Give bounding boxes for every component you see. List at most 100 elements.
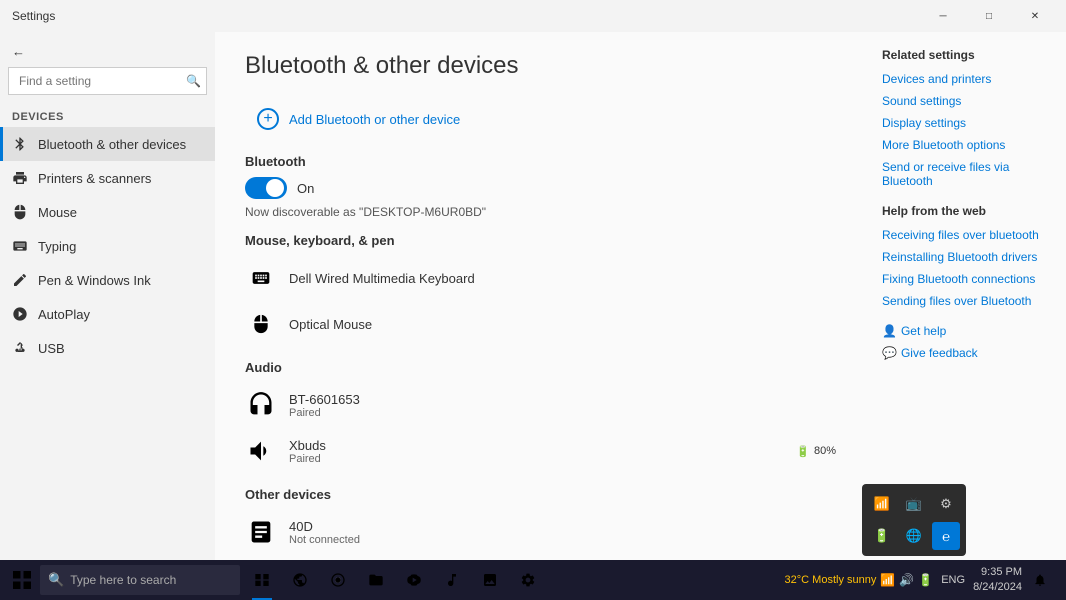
volume-icon[interactable]: 🔊	[899, 573, 914, 587]
sidebar-autoplay-label: AutoPlay	[38, 307, 90, 322]
help-link-sending[interactable]: Sending files over Bluetooth	[882, 294, 1050, 308]
sidebar-item-usb[interactable]: USB	[0, 331, 215, 365]
tray-bluetooth-icon[interactable]: ℮	[932, 522, 960, 550]
sidebar-mouse-label: Mouse	[38, 205, 77, 220]
battery-icon: 🔋	[796, 445, 810, 458]
tray-icon-2[interactable]: 📺	[900, 490, 928, 518]
xbuds-device-name: Xbuds	[289, 438, 784, 453]
taskbar-app-taskview[interactable]	[244, 560, 280, 600]
sidebar-typing-label: Typing	[38, 239, 76, 254]
search-icon[interactable]: 🔍	[186, 74, 201, 88]
search-input[interactable]	[8, 67, 207, 95]
related-link-sound[interactable]: Sound settings	[882, 94, 1050, 108]
help-link-receiving[interactable]: Receiving files over bluetooth	[882, 228, 1050, 242]
xbuds-device-status: Paired	[289, 453, 784, 465]
taskbar-app-media[interactable]	[434, 560, 470, 600]
mouse-device-info: Optical Mouse	[289, 317, 836, 332]
battery-taskbar-icon: 🔋	[918, 573, 933, 587]
title-bar-title: Settings	[12, 9, 55, 23]
headphones-device-icon	[245, 389, 277, 421]
xbuds-device-icon	[245, 435, 277, 467]
tray-icon-5[interactable]: 🌐	[900, 522, 928, 550]
taskbar-app-settings[interactable]	[510, 560, 546, 600]
sidebar-item-bluetooth[interactable]: Bluetooth & other devices	[0, 127, 215, 161]
device-item-xbuds: Xbuds Paired 🔋 80%	[245, 429, 836, 473]
sidebar-usb-label: USB	[38, 341, 65, 356]
minimize-button[interactable]: ─	[920, 0, 966, 32]
sidebar-item-printers[interactable]: Printers & scanners	[0, 161, 215, 195]
taskbar-time[interactable]: 9:35 PM 8/24/2024	[973, 565, 1022, 596]
taskbar-app-photos[interactable]	[472, 560, 508, 600]
bluetooth-toggle[interactable]	[245, 177, 287, 199]
language-indicator: ENG	[941, 574, 965, 586]
autoplay-icon	[12, 306, 28, 322]
back-icon: ←	[12, 44, 25, 59]
help-link-fixing[interactable]: Fixing Bluetooth connections	[882, 272, 1050, 286]
title-bar: Settings ─ □ ✕	[0, 0, 1066, 32]
taskbar-search[interactable]: 🔍 Type here to search	[40, 565, 240, 595]
xbuds-device-info: Xbuds Paired	[289, 438, 784, 465]
give-feedback-icon: 💬	[882, 346, 897, 360]
other-section-header: Other devices	[245, 487, 836, 502]
help-link-reinstalling[interactable]: Reinstalling Bluetooth drivers	[882, 250, 1050, 264]
bt6601-device-name: BT-6601653	[289, 392, 836, 407]
add-icon: +	[257, 108, 279, 130]
bt6601-device-status: Paired	[289, 407, 836, 419]
device-item-mouse: Optical Mouse	[245, 302, 836, 346]
40d-device-icon	[245, 516, 277, 548]
tray-icon-4[interactable]: 🔋	[868, 522, 896, 550]
notification-button[interactable]	[1026, 560, 1054, 600]
taskbar-app-explorer[interactable]	[358, 560, 394, 600]
date-display: 8/24/2024	[973, 580, 1022, 595]
add-device-label: Add Bluetooth or other device	[289, 112, 460, 127]
give-feedback-row[interactable]: 💬 Give feedback	[882, 346, 1050, 360]
sidebar-item-typing[interactable]: Typing	[0, 229, 215, 263]
bluetooth-icon	[12, 136, 28, 152]
taskbar-app-youtube[interactable]	[396, 560, 432, 600]
bluetooth-toggle-label: On	[297, 181, 314, 196]
sidebar-item-mouse[interactable]: Mouse	[0, 195, 215, 229]
sidebar-section-label: Devices	[0, 103, 215, 127]
bluetooth-toggle-row: On	[245, 177, 836, 199]
bluetooth-section-header: Bluetooth	[245, 154, 836, 169]
mouse-device-name: Optical Mouse	[289, 317, 836, 332]
keyboard-device-name: Dell Wired Multimedia Keyboard	[289, 271, 836, 286]
start-button[interactable]	[4, 560, 40, 600]
taskbar-weather: 32°C Mostly sunny	[785, 574, 877, 586]
related-link-more-bluetooth[interactable]: More Bluetooth options	[882, 138, 1050, 152]
wifi-icon[interactable]: 📶	[880, 573, 895, 587]
usb-icon	[12, 340, 28, 356]
sidebar-item-pen[interactable]: Pen & Windows Ink	[0, 263, 215, 297]
maximize-button[interactable]: □	[966, 0, 1012, 32]
tray-icon-3[interactable]: ⚙	[932, 490, 960, 518]
title-bar-controls: ─ □ ✕	[920, 0, 1058, 32]
battery-level: 80%	[814, 445, 836, 457]
toggle-knob	[266, 179, 284, 197]
related-settings-title: Related settings	[882, 48, 1050, 62]
taskbar-system-icons: 32°C Mostly sunny	[785, 574, 877, 586]
related-link-display[interactable]: Display settings	[882, 116, 1050, 130]
page-title: Bluetooth & other devices	[245, 52, 836, 80]
taskbar-app-edge[interactable]	[282, 560, 318, 600]
back-button[interactable]: ←	[0, 36, 215, 67]
keyboard-device-icon	[245, 262, 277, 294]
related-link-devices-printers[interactable]: Devices and printers	[882, 72, 1050, 86]
related-link-send-receive[interactable]: Send or receive files via Bluetooth	[882, 160, 1050, 188]
mouse-icon	[12, 204, 28, 220]
audio-section-header: Audio	[245, 360, 836, 375]
sidebar-bluetooth-label: Bluetooth & other devices	[38, 137, 186, 152]
get-help-row[interactable]: 👤 Get help	[882, 324, 1050, 338]
taskbar-search-icon: 🔍	[48, 572, 64, 588]
device-item-40d: 40D Not connected	[245, 510, 836, 554]
tray-icon-1[interactable]: 📶	[868, 490, 896, 518]
sidebar: ← 🔍 Devices Bluetooth & other devices Pr…	[0, 32, 215, 560]
get-help-icon: 👤	[882, 324, 897, 338]
close-button[interactable]: ✕	[1012, 0, 1058, 32]
sidebar-item-autoplay[interactable]: AutoPlay	[0, 297, 215, 331]
add-device-button[interactable]: + Add Bluetooth or other device	[245, 100, 472, 138]
taskbar-app-chrome[interactable]	[320, 560, 356, 600]
main-content: Bluetooth & other devices + Add Bluetoot…	[215, 32, 866, 560]
taskbar-apps	[240, 560, 777, 600]
40d-device-status: Not connected	[289, 534, 836, 546]
mouse-device-icon	[245, 308, 277, 340]
